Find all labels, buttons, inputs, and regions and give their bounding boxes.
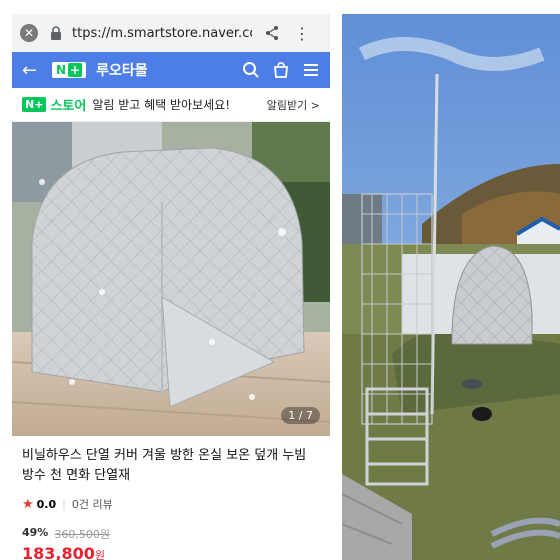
original-price: 360,500원 bbox=[54, 528, 110, 541]
product-image[interactable]: 1 / 7 bbox=[12, 122, 330, 436]
share-icon[interactable] bbox=[264, 25, 280, 41]
sale-price: 183,800원 bbox=[22, 544, 320, 560]
store-name[interactable]: 루오타몰 bbox=[96, 60, 148, 80]
store-nav-bar: ← N + 루오타몰 bbox=[12, 52, 330, 88]
browser-url-bar: ✕ ttps://m.smartstore.naver.com/r ⋮ bbox=[12, 14, 330, 52]
product-info: 비닐하우스 단열 커버 겨울 방한 온실 보온 덮개 누빔 방수 천 면화 단열… bbox=[12, 436, 330, 560]
back-arrow-icon[interactable]: ← bbox=[22, 60, 42, 81]
lock-icon bbox=[51, 26, 61, 40]
hamburger-menu-icon[interactable] bbox=[302, 61, 320, 79]
url-text[interactable]: ttps://m.smartstore.naver.com/r bbox=[72, 26, 252, 41]
phone-screenshot: ✕ ttps://m.smartstore.naver.com/r ⋮ ← N … bbox=[12, 14, 330, 560]
outdoor-photo bbox=[342, 14, 560, 560]
discount-percent: 49% bbox=[22, 526, 49, 539]
divider: | bbox=[62, 497, 66, 511]
store-label: 스토어 bbox=[50, 99, 87, 114]
rating-row: ★ 0.0 | 0건 리뷰 bbox=[22, 496, 320, 512]
notification-banner: N+ 스토어 알림 받고 혜택 받아보세요! 알림받기 > bbox=[12, 88, 330, 122]
nplus-badge: N+ bbox=[22, 97, 47, 112]
shopping-bag-icon[interactable] bbox=[272, 61, 290, 79]
banner-message: 알림 받고 혜택 받아보세요! bbox=[92, 98, 231, 112]
star-icon: ★ bbox=[22, 496, 34, 512]
discount-row: 49% 360,500원 bbox=[22, 526, 320, 542]
close-tab-icon[interactable]: ✕ bbox=[20, 24, 38, 42]
greenhouse-cover-photo bbox=[12, 122, 330, 436]
greenhouse-yard-photo bbox=[342, 14, 560, 560]
logo-plus: + bbox=[68, 63, 83, 77]
rating-score: 0.0 bbox=[36, 497, 57, 511]
price-value: 183,800 bbox=[22, 544, 95, 560]
search-icon[interactable] bbox=[242, 61, 260, 79]
more-menu-icon[interactable]: ⋮ bbox=[294, 24, 310, 43]
image-counter: 1 / 7 bbox=[281, 407, 320, 424]
product-title: 비닐하우스 단열 커버 겨울 방한 온실 보온 덮개 누빔 방수 천 면화 단열… bbox=[22, 448, 307, 483]
logo-n: N bbox=[56, 63, 67, 77]
naver-plus-logo[interactable]: N + bbox=[52, 62, 87, 78]
price-unit: 원 bbox=[94, 549, 105, 560]
get-alarm-button[interactable]: 알림받기 > bbox=[267, 97, 320, 113]
review-count[interactable]: 0건 리뷰 bbox=[72, 496, 113, 512]
